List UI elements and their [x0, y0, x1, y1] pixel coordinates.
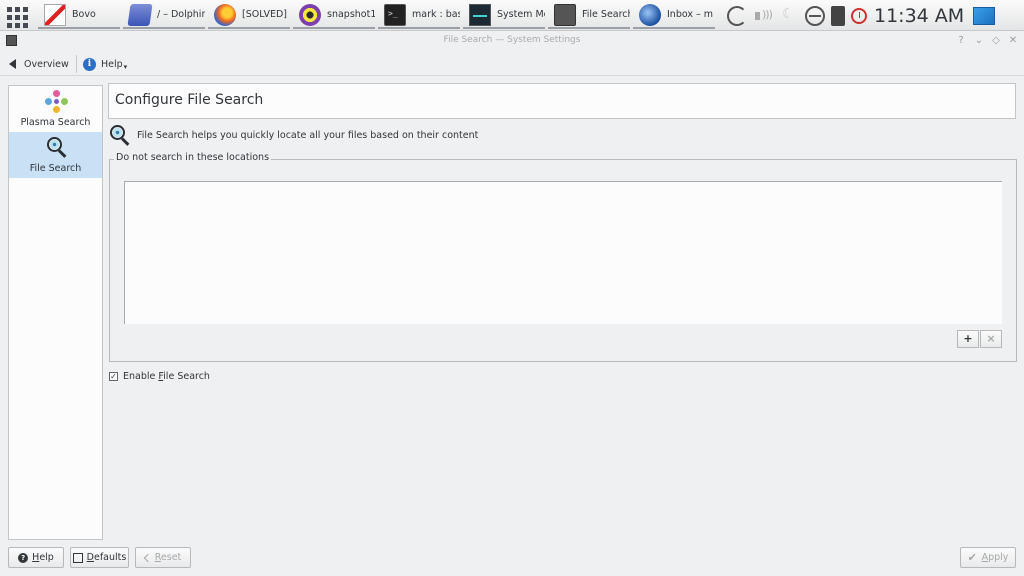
sync-icon[interactable] — [727, 5, 747, 26]
sidebar: Plasma Search File Search — [8, 85, 103, 540]
task-bovo[interactable]: Bovo — [38, 2, 120, 29]
task-thunderbird[interactable]: Inbox – m — [633, 2, 715, 29]
maximize-icon[interactable]: ◇ — [989, 34, 1003, 48]
defaults-icon — [72, 552, 83, 563]
taskbar: Bovo / – Dolphin [SOLVED] snapshot1 mark… — [0, 0, 1024, 31]
window-titlebar: File Search — System Settings ? ⌄ ◇ ✕ — [0, 31, 1024, 51]
task-label: snapshot1 — [327, 9, 375, 20]
file-search-icon — [109, 124, 131, 146]
help-menu-button[interactable]: i Help ▾ — [83, 56, 127, 72]
page-title: Configure File Search — [115, 92, 264, 108]
enable-file-search-checkbox[interactable]: ✓ Enable File Search — [109, 371, 210, 382]
remove-location-button[interactable]: × — [980, 330, 1002, 348]
context-help-icon[interactable]: ? — [954, 34, 968, 48]
help-label: Help — [101, 58, 123, 70]
dropdown-arrow-icon: ▾ — [123, 62, 128, 71]
apply-button[interactable]: ✔ Apply — [960, 547, 1016, 568]
reset-button-label: Reset — [154, 552, 182, 563]
defaults-button-label: Defaults — [86, 552, 127, 563]
checkbox-label: Enable File Search — [123, 371, 210, 382]
task-label: mark : bash — [412, 9, 460, 20]
night-mode-icon[interactable] — [779, 6, 799, 26]
reset-icon — [143, 553, 152, 562]
task-terminal[interactable]: mark : bash — [378, 2, 460, 29]
sidebar-item-plasma-search[interactable]: Plasma Search — [9, 86, 102, 132]
apply-check-icon: ✔ — [967, 550, 977, 564]
task-system-monitor[interactable]: System Monitor — [463, 2, 545, 29]
overview-button[interactable]: Overview — [9, 56, 69, 72]
page-description: File Search helps you quickly locate all… — [109, 124, 479, 146]
system-tray: 11:34 AM — [724, 3, 998, 28]
snapshot-icon — [299, 3, 321, 26]
file-search-icon — [46, 136, 68, 158]
file-search-icon — [554, 3, 576, 26]
task-label: Inbox – m — [667, 9, 714, 20]
task-label: System Monitor — [497, 9, 545, 20]
firefox-icon — [214, 3, 236, 26]
help-icon: ? — [18, 552, 29, 563]
sidebar-item-label: Plasma Search — [20, 117, 91, 128]
thunderbird-icon — [639, 3, 661, 26]
task-label: File Search — [582, 9, 630, 20]
page-header: Configure File Search — [108, 83, 1016, 119]
window-title: File Search — System Settings — [443, 35, 581, 45]
info-icon: i — [83, 57, 96, 71]
reset-button[interactable]: Reset — [135, 547, 191, 568]
volume-icon[interactable] — [753, 6, 773, 26]
remove-icon: × — [986, 332, 996, 345]
toolbar-separator — [76, 55, 77, 73]
task-firefox[interactable]: [SOLVED] — [208, 2, 290, 29]
checkbox-checked-icon[interactable]: ✓ — [109, 372, 118, 381]
clock[interactable]: 11:34 AM — [874, 5, 964, 27]
apply-button-label: Apply — [981, 552, 1009, 563]
sidebar-item-file-search[interactable]: File Search — [9, 132, 102, 178]
application-launcher-icon[interactable] — [4, 4, 28, 28]
show-desktop-icon[interactable] — [973, 6, 996, 25]
group-label: Do not search in these locations — [114, 152, 272, 163]
add-icon: + — [963, 332, 973, 345]
excluded-locations-list[interactable] — [124, 181, 1002, 324]
system-monitor-icon — [469, 3, 491, 26]
toolbar: Overview i Help ▾ — [0, 52, 1024, 76]
close-icon[interactable]: ✕ — [1006, 34, 1020, 48]
minimize-icon[interactable]: ⌄ — [972, 34, 986, 48]
task-snapshot[interactable]: snapshot1 — [293, 2, 375, 29]
overview-label: Overview — [24, 58, 69, 70]
sidebar-item-label: File Search — [29, 163, 82, 174]
dolphin-icon — [127, 3, 153, 26]
description-text: File Search helps you quickly locate all… — [137, 129, 479, 141]
add-location-button[interactable]: + — [957, 330, 979, 348]
alarm-clock-icon[interactable] — [851, 7, 867, 24]
bovo-icon — [44, 3, 66, 26]
terminal-icon — [384, 3, 406, 26]
plasma-search-icon — [45, 90, 69, 114]
help-button[interactable]: ? Help — [8, 547, 64, 568]
task-label: Bovo — [72, 9, 96, 20]
task-label: / – Dolphin — [157, 9, 205, 20]
back-arrow-icon — [9, 59, 16, 69]
network-icon[interactable] — [805, 5, 825, 26]
task-file-search[interactable]: File Search — [548, 2, 630, 29]
device-notifier-icon[interactable] — [831, 5, 845, 26]
task-label: [SOLVED] — [242, 9, 287, 20]
help-button-label: Help — [32, 552, 54, 563]
defaults-button[interactable]: Defaults — [70, 547, 129, 568]
task-dolphin[interactable]: / – Dolphin — [123, 2, 205, 29]
